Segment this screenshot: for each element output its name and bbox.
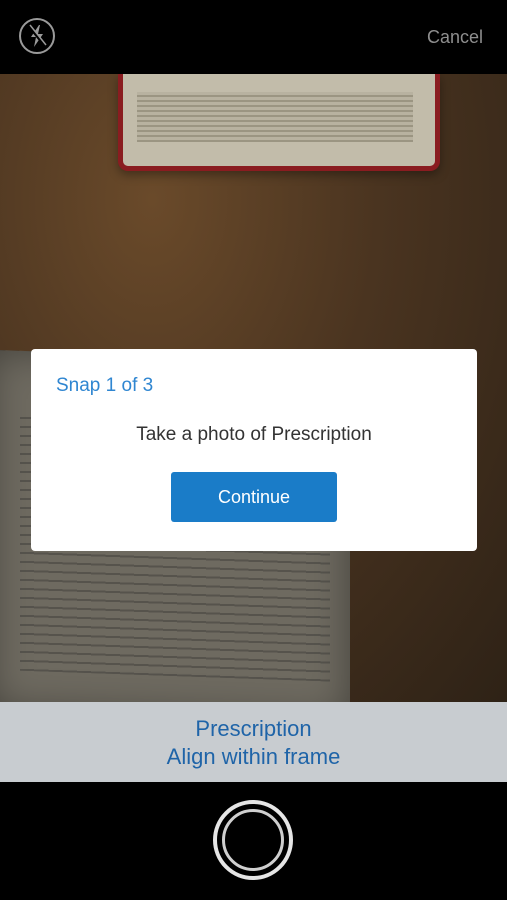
- shutter-button[interactable]: [213, 800, 293, 880]
- flash-toggle-button[interactable]: [19, 18, 55, 54]
- continue-button[interactable]: Continue: [171, 472, 337, 522]
- align-hint: Align within frame: [166, 744, 341, 769]
- shutter-button-icon: [222, 809, 284, 871]
- camera-scene-book: [118, 74, 440, 171]
- document-type-label: Prescription: [195, 716, 312, 741]
- top-bar: Cancel: [0, 0, 507, 74]
- snap-dialog: Snap 1 of 3 Take a photo of Prescription…: [31, 349, 477, 551]
- bottom-bar: [0, 782, 507, 900]
- flash-icon: [27, 24, 47, 47]
- dialog-message: Take a photo of Prescription: [136, 424, 372, 445]
- step-indicator: Snap 1 of 3: [56, 375, 154, 396]
- cancel-button[interactable]: Cancel: [427, 27, 483, 48]
- instruction-banner: Prescription Align within frame: [0, 702, 507, 782]
